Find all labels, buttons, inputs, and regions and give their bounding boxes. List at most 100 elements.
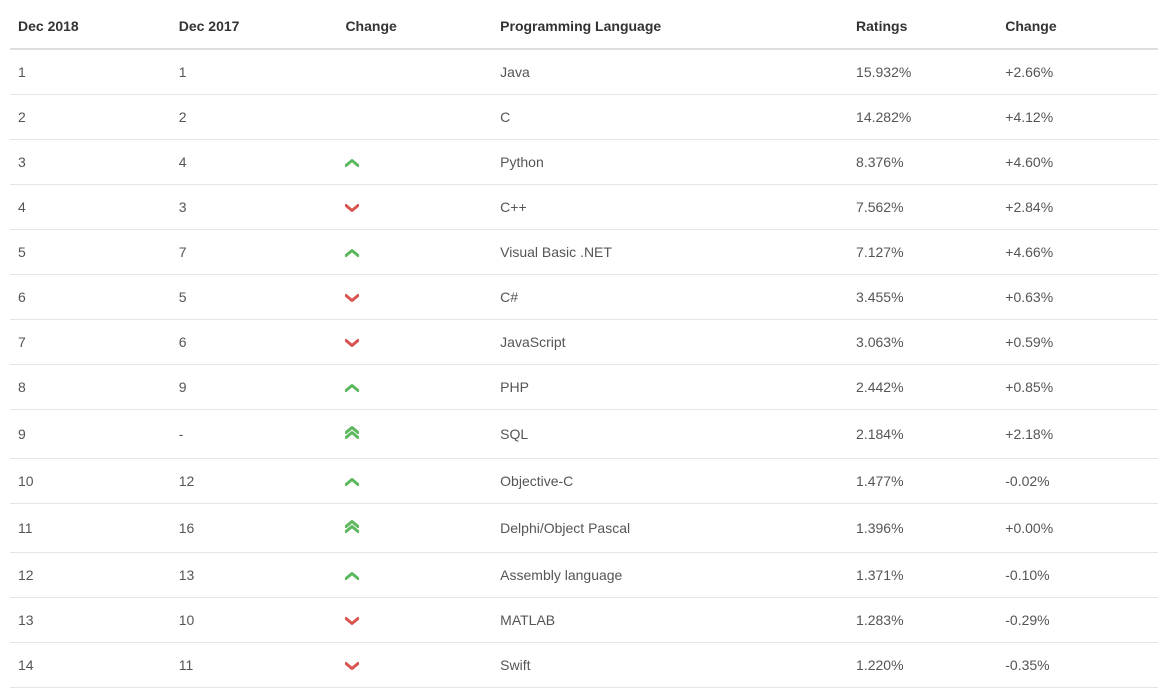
table-header-row: Dec 2018 Dec 2017 Change Programming Lan… — [10, 8, 1158, 49]
header-language: Programming Language — [492, 8, 848, 49]
cell-dec2017: 1 — [171, 49, 332, 95]
chevron-down-icon — [345, 612, 359, 628]
cell-ratings: 8.376% — [848, 140, 997, 185]
cell-dec2018: 8 — [10, 365, 171, 410]
cell-change-icon — [331, 140, 492, 185]
cell-dec2017: 9 — [171, 365, 332, 410]
cell-change-icon — [331, 185, 492, 230]
table-row: 1310MATLAB1.283%-0.29% — [10, 598, 1158, 643]
cell-dec2017: 10 — [171, 598, 332, 643]
table-row: 1012 Objective-C1.477%-0.02% — [10, 459, 1158, 504]
cell-dec2018: 12 — [10, 553, 171, 598]
chevron-down-icon — [345, 289, 359, 305]
cell-dec2017: 12 — [171, 459, 332, 504]
cell-ratings: 7.127% — [848, 230, 997, 275]
cell-ratings: 7.562% — [848, 185, 997, 230]
chevron-double-up-icon — [345, 518, 359, 535]
chevron-down-icon — [345, 657, 359, 673]
cell-language: Delphi/Object Pascal — [492, 504, 848, 553]
cell-dec2017: 3 — [171, 185, 332, 230]
cell-language: C# — [492, 275, 848, 320]
cell-ratings: 3.063% — [848, 320, 997, 365]
cell-change-pct: -0.02% — [997, 459, 1158, 504]
header-dec2018: Dec 2018 — [10, 8, 171, 49]
table-row: 11 Java15.932%+2.66% — [10, 49, 1158, 95]
cell-change-pct: -0.29% — [997, 598, 1158, 643]
chevron-up-icon — [345, 473, 359, 489]
cell-dec2018: 11 — [10, 504, 171, 553]
table-row: 9-SQL2.184%+2.18% — [10, 410, 1158, 459]
cell-change-pct: +4.60% — [997, 140, 1158, 185]
table-row: 43C++7.562%+2.84% — [10, 185, 1158, 230]
cell-dec2018: 6 — [10, 275, 171, 320]
table-row: 1411Swift1.220%-0.35% — [10, 643, 1158, 688]
cell-change-pct: -0.10% — [997, 553, 1158, 598]
language-ranking-table: Dec 2018 Dec 2017 Change Programming Lan… — [10, 8, 1158, 688]
cell-language: Assembly language — [492, 553, 848, 598]
cell-change-pct: +4.66% — [997, 230, 1158, 275]
cell-ratings: 15.932% — [848, 49, 997, 95]
cell-dec2018: 4 — [10, 185, 171, 230]
chevron-up-icon — [345, 154, 359, 170]
table-row: 57 Visual Basic .NET7.127%+4.66% — [10, 230, 1158, 275]
cell-change-pct: +0.85% — [997, 365, 1158, 410]
cell-ratings: 1.477% — [848, 459, 997, 504]
cell-language: Swift — [492, 643, 848, 688]
table-row: 89 PHP2.442%+0.85% — [10, 365, 1158, 410]
cell-change-pct: +0.00% — [997, 504, 1158, 553]
table-row: 65 C#3.455%+0.63% — [10, 275, 1158, 320]
chevron-down-icon — [345, 334, 359, 350]
cell-language: C — [492, 95, 848, 140]
cell-language: Objective-C — [492, 459, 848, 504]
cell-dec2017: - — [171, 410, 332, 459]
cell-ratings: 2.442% — [848, 365, 997, 410]
cell-language: JavaScript — [492, 320, 848, 365]
cell-change-icon — [331, 95, 492, 140]
cell-change-icon — [331, 230, 492, 275]
table-row: 34Python8.376%+4.60% — [10, 140, 1158, 185]
table-row: 1213Assembly language1.371%-0.10% — [10, 553, 1158, 598]
cell-change-icon — [331, 320, 492, 365]
cell-dec2018: 14 — [10, 643, 171, 688]
chevron-up-icon — [345, 244, 359, 260]
cell-language: Visual Basic .NET — [492, 230, 848, 275]
cell-language: MATLAB — [492, 598, 848, 643]
cell-dec2017: 13 — [171, 553, 332, 598]
cell-dec2018: 2 — [10, 95, 171, 140]
cell-dec2018: 9 — [10, 410, 171, 459]
cell-change-pct: +0.59% — [997, 320, 1158, 365]
cell-change-pct: +0.63% — [997, 275, 1158, 320]
cell-language: PHP — [492, 365, 848, 410]
cell-dec2017: 6 — [171, 320, 332, 365]
header-dec2017: Dec 2017 — [171, 8, 332, 49]
cell-ratings: 1.283% — [848, 598, 997, 643]
cell-ratings: 2.184% — [848, 410, 997, 459]
cell-ratings: 3.455% — [848, 275, 997, 320]
table-row: 76JavaScript3.063%+0.59% — [10, 320, 1158, 365]
cell-change-pct: +2.18% — [997, 410, 1158, 459]
cell-change-pct: +2.66% — [997, 49, 1158, 95]
table-row: 1116 Delphi/Object Pascal1.396%+0.00% — [10, 504, 1158, 553]
chevron-up-icon — [345, 567, 359, 583]
cell-dec2017: 7 — [171, 230, 332, 275]
cell-change-icon — [331, 49, 492, 95]
cell-dec2018: 10 — [10, 459, 171, 504]
chevron-up-icon — [345, 379, 359, 395]
cell-change-icon — [331, 275, 492, 320]
cell-dec2017: 5 — [171, 275, 332, 320]
table-row: 22C14.282%+4.12% — [10, 95, 1158, 140]
cell-dec2018: 5 — [10, 230, 171, 275]
cell-change-icon — [331, 504, 492, 553]
chevron-double-up-icon — [345, 424, 359, 441]
cell-dec2017: 11 — [171, 643, 332, 688]
cell-ratings: 1.396% — [848, 504, 997, 553]
cell-change-pct: +2.84% — [997, 185, 1158, 230]
chevron-down-icon — [345, 199, 359, 215]
cell-dec2017: 2 — [171, 95, 332, 140]
cell-change-icon — [331, 553, 492, 598]
cell-ratings: 1.220% — [848, 643, 997, 688]
cell-dec2017: 16 — [171, 504, 332, 553]
cell-language: Java — [492, 49, 848, 95]
cell-dec2018: 1 — [10, 49, 171, 95]
header-change-pct: Change — [997, 8, 1158, 49]
